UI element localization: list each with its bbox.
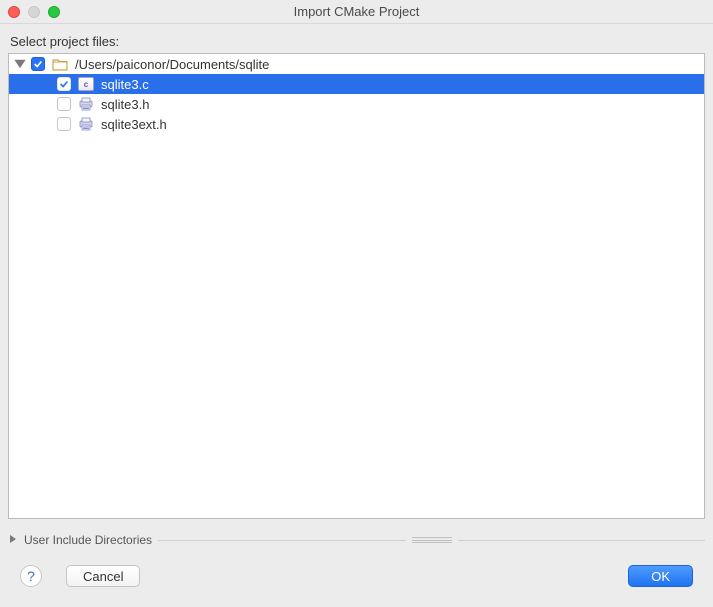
divider [158,540,405,541]
select-files-label: Select project files: [8,34,705,49]
ok-button-label: OK [651,569,670,584]
dialog-body: Select project files: /Users/paiconor/Do… [0,24,713,607]
window-titlebar: Import CMake Project [0,0,713,24]
tree-root-row[interactable]: /Users/paiconor/Documents/sqlite [9,54,704,74]
disclosure-triangle-icon[interactable] [13,57,27,71]
user-include-section[interactable]: User Include Directories [8,533,705,547]
c-file-icon: c [77,76,95,92]
help-icon: ? [27,568,35,584]
tree-file-label: sqlite3.h [99,97,149,112]
checkbox-root[interactable] [31,57,45,71]
tree-file-row[interactable]: sqlite3.h [9,94,704,114]
tree-file-label: sqlite3ext.h [99,117,167,132]
cancel-button[interactable]: Cancel [66,565,140,587]
divider [458,540,705,541]
tree-file-label: sqlite3.c [99,77,149,92]
checkbox-file[interactable] [57,117,71,131]
header-file-icon [77,96,95,112]
chevron-right-icon [8,533,18,547]
tree-file-row[interactable]: sqlite3ext.h [9,114,704,134]
checkbox-file[interactable] [57,97,71,111]
ok-button[interactable]: OK [628,565,693,587]
resize-grip-icon[interactable] [412,537,452,543]
file-tree[interactable]: /Users/paiconor/Documents/sqlite c sqlit… [8,53,705,519]
header-file-icon [77,116,95,132]
cancel-button-label: Cancel [83,569,123,584]
checkbox-file[interactable] [57,77,71,91]
tree-file-row[interactable]: c sqlite3.c [9,74,704,94]
window-title: Import CMake Project [0,4,713,19]
folder-icon [51,56,69,72]
dialog-footer: ? Cancel OK [8,547,705,599]
help-button[interactable]: ? [20,565,42,587]
user-include-label: User Include Directories [24,533,152,547]
tree-root-label: /Users/paiconor/Documents/sqlite [73,57,269,72]
